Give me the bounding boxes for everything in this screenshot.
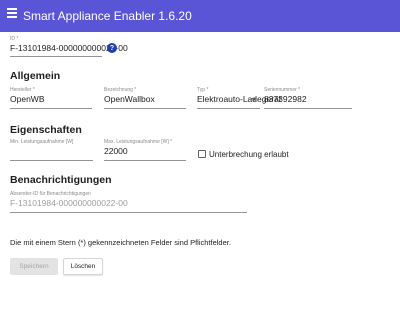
max-power-field[interactable]: Max. Leistungsaufnahme [W] * 22000	[104, 139, 186, 161]
manufacturer-field[interactable]: Hersteller * OpenWB	[10, 87, 92, 109]
id-field-value[interactable]: F-13101984-000000000022-00	[10, 43, 128, 54]
menu-icon[interactable]	[7, 8, 19, 18]
id-field[interactable]: ID * F-13101984-000000000022-00	[10, 36, 128, 57]
section-title-general: Allgemein	[10, 70, 61, 82]
manufacturer-underline	[10, 108, 92, 109]
sender-id-field[interactable]: Absender-ID für Benachrichtigungen F-131…	[10, 191, 247, 213]
delete-button[interactable]: Löschen	[63, 258, 103, 275]
serial-underline	[264, 108, 352, 109]
section-title-properties: Eigenschaften	[10, 124, 82, 136]
app-title: Smart Appliance Enabler 1.6.20	[23, 9, 192, 23]
max-power-label: Max. Leistungsaufnahme [W] *	[104, 139, 173, 145]
type-underline	[197, 108, 260, 109]
min-power-label: Min. Leistungsaufnahme [W]	[10, 139, 74, 145]
sender-id-underline	[10, 212, 247, 213]
save-button[interactable]: Speichern	[10, 258, 58, 275]
max-power-underline	[104, 160, 186, 161]
type-label: Typ *	[197, 87, 209, 93]
top-toolbar: Smart Appliance Enabler 1.6.20	[0, 0, 400, 32]
manufacturer-value[interactable]: OpenWB	[10, 94, 92, 105]
manufacturer-label: Hersteller *	[10, 87, 35, 93]
id-field-label: ID *	[10, 36, 19, 42]
min-power-field[interactable]: Min. Leistungsaufnahme [W]	[10, 139, 93, 161]
designation-underline	[104, 108, 186, 109]
sender-id-label: Absender-ID für Benachrichtigungen	[10, 191, 91, 197]
help-icon[interactable]: ?	[107, 43, 117, 53]
interruption-checkbox-label[interactable]: Unterbrechung erlaubt	[209, 150, 289, 159]
required-fields-note: Die mit einem Stern (*) gekennzeichneten…	[10, 238, 231, 247]
designation-field[interactable]: Bezeichnung * OpenWallbox	[104, 87, 186, 109]
id-field-underline	[10, 56, 102, 57]
min-power-underline	[10, 160, 93, 161]
designation-value[interactable]: OpenWallbox	[104, 94, 186, 105]
serial-field[interactable]: Seriennummer * 837392982	[264, 87, 352, 109]
section-title-notifications: Benachrichtigungen	[10, 174, 112, 186]
interruption-checkbox[interactable]	[198, 150, 206, 158]
chevron-down-icon[interactable]	[251, 98, 257, 101]
type-select[interactable]: Typ * Elektroauto-Ladegerät	[197, 87, 281, 109]
serial-value[interactable]: 837392982	[264, 94, 352, 105]
min-power-value[interactable]	[10, 146, 93, 157]
designation-label: Bezeichnung *	[104, 87, 137, 93]
sender-id-value[interactable]: F-13101984-000000000022-00	[10, 198, 247, 209]
serial-label: Seriennummer *	[264, 87, 301, 93]
max-power-value[interactable]: 22000	[104, 146, 186, 157]
